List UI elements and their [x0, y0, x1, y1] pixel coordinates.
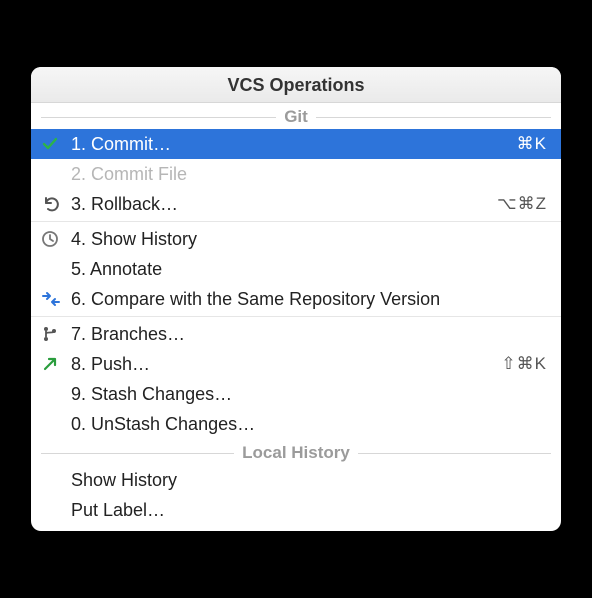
menu-item-stash[interactable]: 9. Stash Changes…: [31, 379, 561, 409]
menu-item-shortcut: ⇧⌘K: [501, 354, 547, 374]
check-icon: [41, 135, 71, 153]
menu-item-label: 4. Show History: [71, 229, 547, 250]
divider: [41, 117, 276, 118]
menu-item-show-history[interactable]: 4. Show History: [31, 224, 561, 254]
separator: [31, 316, 561, 317]
menu-item-label: 9. Stash Changes…: [71, 384, 547, 405]
menu-item-label: Show History: [71, 470, 547, 491]
menu-item-shortcut: ⌥⌘Z: [497, 194, 547, 214]
menu-item-commit[interactable]: 1. Commit… ⌘K: [31, 129, 561, 159]
menu-item-label: 2. Commit File: [71, 164, 547, 185]
menu-item-lh-show-history[interactable]: Show History: [31, 465, 561, 495]
section-label-text: Local History: [242, 443, 350, 463]
menu-item-label: 6. Compare with the Same Repository Vers…: [71, 289, 547, 310]
menu-item-label: Put Label…: [71, 500, 547, 521]
menu-item-commit-file[interactable]: 2. Commit File: [31, 159, 561, 189]
menu-item-shortcut: ⌘K: [517, 134, 547, 154]
section-header-local-history: Local History: [31, 439, 561, 465]
menu-item-label: 3. Rollback…: [71, 194, 497, 215]
padding: [31, 525, 561, 531]
section-header-git: Git: [31, 103, 561, 129]
divider: [316, 117, 551, 118]
compare-icon: [41, 290, 71, 308]
section-label-text: Git: [284, 107, 308, 127]
undo-icon: [41, 195, 71, 213]
menu-item-label: 0. UnStash Changes…: [71, 414, 547, 435]
menu-item-push[interactable]: 8. Push… ⇧⌘K: [31, 349, 561, 379]
menu-item-branches[interactable]: 7. Branches…: [31, 319, 561, 349]
push-icon: [41, 355, 71, 373]
popup-title: VCS Operations: [31, 67, 561, 103]
clock-icon: [41, 230, 71, 248]
divider: [358, 453, 551, 454]
menu-item-unstash[interactable]: 0. UnStash Changes…: [31, 409, 561, 439]
divider: [41, 453, 234, 454]
branch-icon: [41, 325, 71, 343]
vcs-operations-popup: VCS Operations Git 1. Commit… ⌘K 2. Comm…: [31, 67, 561, 531]
menu-item-lh-put-label[interactable]: Put Label…: [31, 495, 561, 525]
menu-item-annotate[interactable]: 5. Annotate: [31, 254, 561, 284]
menu-item-label: 8. Push…: [71, 354, 501, 375]
menu-item-label: 5. Annotate: [71, 259, 547, 280]
menu-item-rollback[interactable]: 3. Rollback… ⌥⌘Z: [31, 189, 561, 219]
menu-item-compare[interactable]: 6. Compare with the Same Repository Vers…: [31, 284, 561, 314]
menu-item-label: 1. Commit…: [71, 134, 517, 155]
menu-item-label: 7. Branches…: [71, 324, 547, 345]
separator: [31, 221, 561, 222]
